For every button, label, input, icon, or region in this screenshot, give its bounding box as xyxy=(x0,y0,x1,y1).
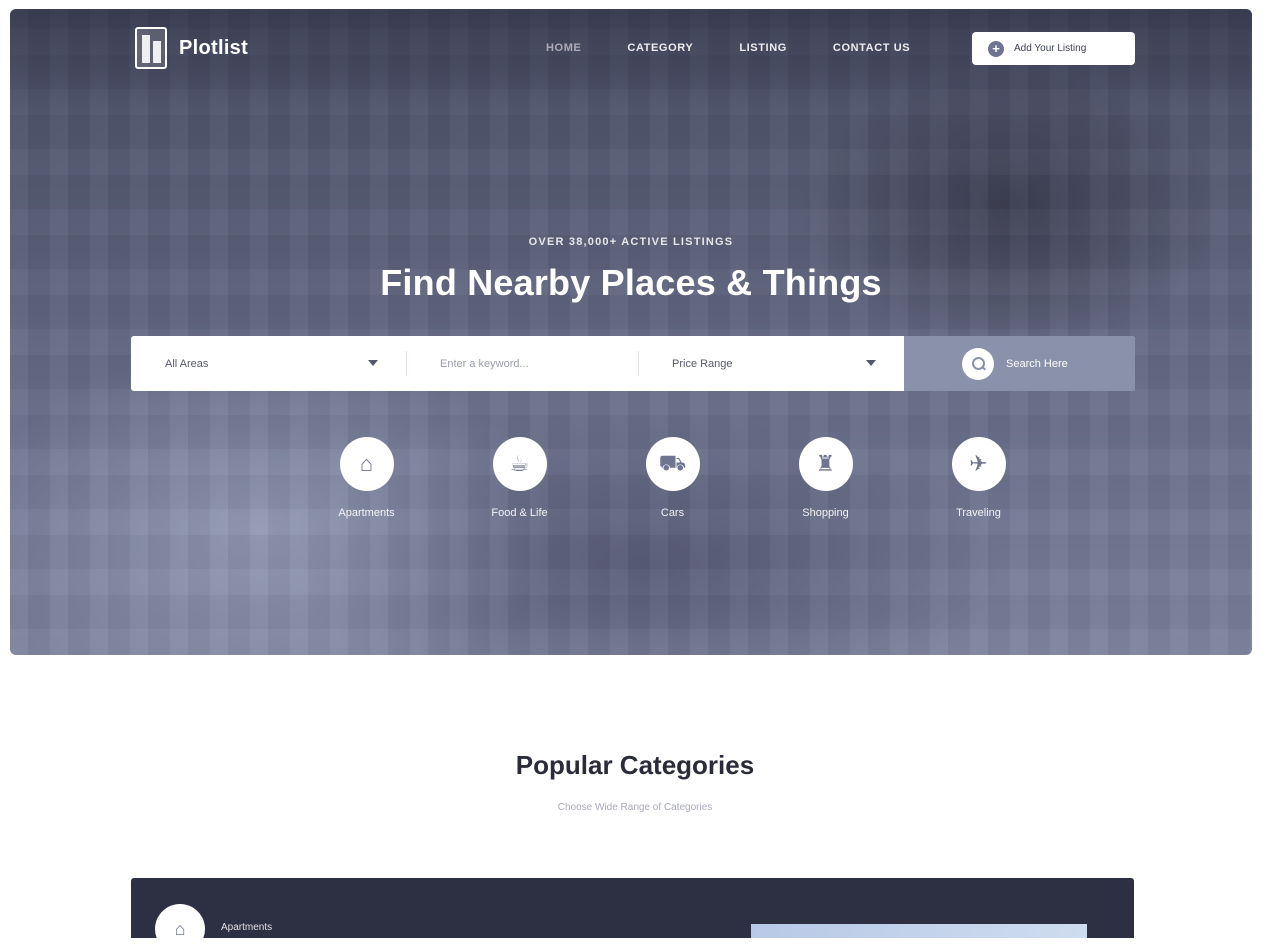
category-label: Shopping xyxy=(802,507,849,519)
brand-name: Plotlist xyxy=(179,36,249,59)
price-select-value: Price Range xyxy=(672,357,733,370)
category-label: Cars xyxy=(660,507,685,519)
category-card[interactable]: ⌂ Apartments xyxy=(131,878,1134,938)
add-listing-button[interactable]: + Add Your Listing xyxy=(972,32,1135,65)
nav-item-home[interactable]: HOME xyxy=(546,42,581,54)
area-select[interactable]: All Areas xyxy=(131,336,406,391)
car-icon: ⛟ xyxy=(645,437,700,491)
nav-item-listing[interactable]: LISTING xyxy=(739,42,787,54)
hero-eyebrow: OVER 38,000+ ACTIVE LISTINGS xyxy=(528,236,734,248)
logo-icon xyxy=(135,27,167,69)
suitcase-icon: ✈ xyxy=(951,437,1006,491)
chevron-down-icon xyxy=(866,360,876,366)
home-icon: ⌂ xyxy=(339,437,394,491)
section-subtitle: Choose Wide Range of Categories xyxy=(557,802,713,813)
category-shopping[interactable]: ♜ Shopping xyxy=(749,437,902,519)
keyword-input-placeholder: Enter a keyword... xyxy=(440,357,529,370)
hero-banner: Plotlist HOME CATEGORY LISTING CONTACT U… xyxy=(10,9,1252,655)
category-card-label: Apartments xyxy=(221,922,273,933)
search-icon xyxy=(962,347,994,380)
category-traveling[interactable]: ✈ Traveling xyxy=(902,437,1055,519)
search-bar: All Areas Enter a keyword... Price Range… xyxy=(131,336,1135,391)
add-listing-label: Add Your Listing xyxy=(1014,43,1087,54)
home-icon: ⌂ xyxy=(155,904,205,938)
category-card-image xyxy=(751,924,1087,938)
category-shortcuts: ⌂ Apartments ☕ Food & Life ⛟ Cars ♜ Shop… xyxy=(290,437,1055,519)
category-label: Food & Life xyxy=(491,507,548,519)
plus-icon: + xyxy=(988,40,1004,57)
nav-item-category[interactable]: CATEGORY xyxy=(627,42,693,54)
restaurant-icon: ☕ xyxy=(492,437,547,491)
price-select[interactable]: Price Range xyxy=(638,336,904,391)
category-food-life[interactable]: ☕ Food & Life xyxy=(443,437,596,519)
category-label: Traveling xyxy=(956,507,1001,519)
keyword-input[interactable]: Enter a keyword... xyxy=(406,336,638,391)
category-apartments[interactable]: ⌂ Apartments xyxy=(290,437,443,519)
nav-item-contact[interactable]: CONTACT US xyxy=(833,42,910,54)
area-select-value: All Areas xyxy=(165,357,209,370)
category-label: Apartments xyxy=(338,507,395,519)
main-nav: HOME CATEGORY LISTING CONTACT US xyxy=(546,42,956,54)
search-button[interactable]: Search Here xyxy=(904,336,1135,391)
chevron-down-icon xyxy=(368,360,378,366)
logo[interactable]: Plotlist xyxy=(135,27,248,69)
search-button-label: Search Here xyxy=(1006,357,1068,370)
section-title: Popular Categories xyxy=(515,750,755,780)
page: Plotlist HOME CATEGORY LISTING CONTACT U… xyxy=(0,0,1270,950)
shopping-bag-icon: ♜ xyxy=(798,437,853,491)
category-cars[interactable]: ⛟ Cars xyxy=(596,437,749,519)
hero-headline: Find Nearby Places & Things xyxy=(380,262,882,303)
